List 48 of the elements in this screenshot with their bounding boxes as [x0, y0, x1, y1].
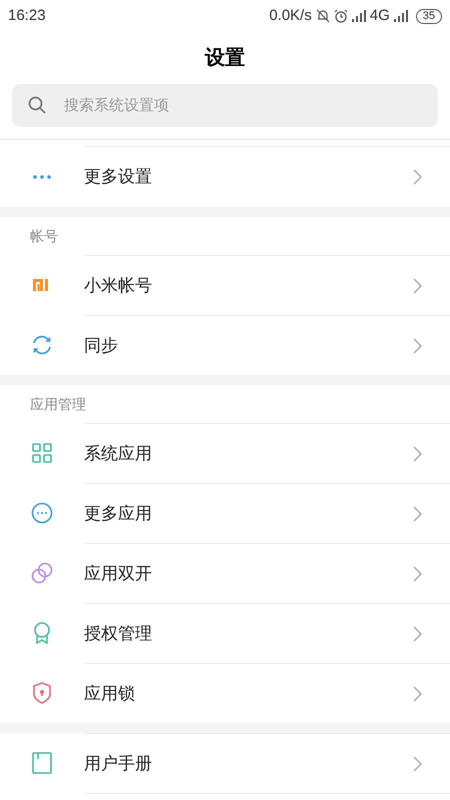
settings-row[interactable]: 授权管理: [0, 603, 450, 663]
row-label: 小米帐号: [84, 274, 153, 297]
settings-row[interactable]: 更多设置: [0, 147, 450, 207]
badge-icon: [32, 622, 52, 644]
chevron-icon: [413, 278, 422, 294]
more-circle-icon: [31, 502, 53, 524]
shield-lock-icon: [32, 682, 52, 704]
chevron-icon: [413, 506, 422, 522]
settings-row[interactable]: 应用锁: [0, 663, 450, 723]
battery-level: 35: [416, 8, 442, 24]
chevron-icon: [413, 686, 422, 702]
row-label: 更多应用: [84, 502, 153, 525]
signal-icon: [394, 10, 408, 22]
mute-icon: [316, 9, 330, 23]
row-label: 应用锁: [84, 682, 136, 705]
chevron-icon: [413, 169, 422, 185]
search-icon: [28, 96, 46, 114]
settings-row[interactable]: 同步: [0, 315, 450, 375]
row-label: 同步: [84, 334, 119, 357]
alarm-icon: [334, 9, 348, 23]
dots-icon: [32, 174, 52, 180]
signal-icon: [352, 10, 366, 22]
chevron-icon: [413, 626, 422, 642]
settings-row[interactable]: 小米帐号: [0, 255, 450, 315]
sync-icon: [31, 334, 53, 356]
search-field[interactable]: 搜索系统设置项: [12, 84, 438, 127]
page-title: 设置: [205, 46, 245, 71]
network-type: 4G: [370, 6, 390, 26]
settings-row[interactable]: 应用双开: [0, 543, 450, 603]
row-label: 更多设置: [84, 166, 153, 188]
row-label: 系统应用: [84, 442, 153, 465]
grid-icon: [32, 443, 52, 463]
row-label: 应用双开: [84, 562, 153, 585]
section-header: 帐号: [30, 226, 58, 246]
book-icon: [32, 752, 52, 774]
chevron-icon: [413, 756, 422, 772]
settings-row[interactable]: 更多应用: [0, 483, 450, 543]
section-header: 应用管理: [30, 394, 86, 414]
row-label: 授权管理: [84, 622, 153, 645]
network-speed: 0.0K/s: [269, 6, 312, 26]
settings-row[interactable]: 系统应用: [0, 423, 450, 483]
chevron-icon: [413, 566, 422, 582]
chevron-icon: [413, 338, 422, 354]
settings-row[interactable]: 用户手册: [0, 733, 450, 793]
status-time: 16:23: [8, 6, 46, 26]
row-label: 用户手册: [84, 752, 153, 775]
chevron-icon: [413, 446, 422, 462]
two-circles-icon: [31, 562, 53, 584]
